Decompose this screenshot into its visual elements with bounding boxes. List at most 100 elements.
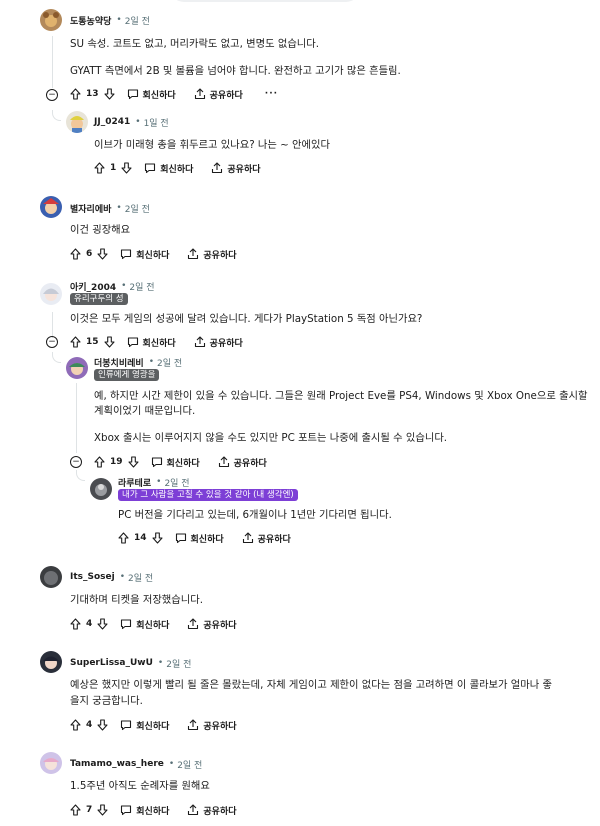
vote-count: 13 <box>86 89 99 99</box>
upvote-button[interactable] <box>94 162 105 174</box>
upvote-button[interactable] <box>70 336 81 348</box>
separator-dot: • <box>119 572 126 582</box>
upvote-button[interactable] <box>94 456 105 468</box>
share-icon <box>218 456 229 468</box>
thread-connector <box>76 470 85 481</box>
share-button[interactable]: 공유하다 <box>218 456 267 469</box>
separator-dot: • <box>157 658 164 668</box>
share-button[interactable]: 공유하다 <box>211 162 261 175</box>
comment-body-line: 이건 굉장해요 <box>70 224 131 236</box>
more-icon[interactable]: ··· <box>265 89 278 99</box>
avatar[interactable] <box>40 196 62 218</box>
timestamp: 2일 전 <box>177 760 203 771</box>
upvote-button[interactable] <box>118 532 129 544</box>
share-button[interactable]: 공유하다 <box>187 804 237 817</box>
share-icon <box>188 618 199 630</box>
comment-icon <box>175 533 186 544</box>
share-button[interactable]: 공유하다 <box>187 719 237 732</box>
downvote-button[interactable] <box>151 532 163 544</box>
timestamp: 2일 전 <box>129 282 155 293</box>
username[interactable]: 도통농약당 <box>70 14 111 27</box>
user-flair: 인류에게 영광을 <box>94 369 160 381</box>
comment-body-line: 1.5주년 아직도 순례자를 원해요 <box>70 780 210 792</box>
share-label: 공유하다 <box>203 620 237 631</box>
vote-count: 6 <box>86 249 93 259</box>
avatar[interactable] <box>40 9 62 31</box>
downvote-button[interactable] <box>103 88 115 100</box>
avatar[interactable] <box>66 357 88 379</box>
upvote-icon <box>70 618 81 630</box>
reply-button[interactable]: 회신하다 <box>120 618 169 631</box>
upvote-icon <box>70 88 81 100</box>
user-flair: 유리구두의 성 <box>70 293 128 305</box>
username[interactable]: Tamamo_was_here <box>70 759 164 769</box>
share-button[interactable]: 공유하다 <box>194 88 243 101</box>
collapse-icon[interactable]: − <box>46 89 58 101</box>
reply-label: 회신하다 <box>136 721 170 732</box>
upvote-icon <box>94 456 105 468</box>
reply-button[interactable]: 회신하다 <box>175 532 224 545</box>
downvote-button[interactable] <box>127 456 139 468</box>
avatar[interactable] <box>40 752 62 774</box>
downvote-button[interactable] <box>97 248 108 260</box>
avatar[interactable] <box>40 651 62 673</box>
comment-body-line: 예, 하지만 시간 제한이 있을 수 있습니다. 그들은 원래 Project … <box>94 390 588 402</box>
timestamp: 2일 전 <box>124 16 150 27</box>
reply-button[interactable]: 회신하다 <box>120 719 169 732</box>
reply-label: 회신하다 <box>136 620 170 631</box>
upvote-button[interactable] <box>70 719 81 731</box>
reply-button[interactable]: 회신하다 <box>120 804 169 817</box>
comment-icon <box>151 457 162 468</box>
username[interactable]: 라루테로 <box>118 476 151 489</box>
collapse-icon[interactable]: − <box>70 456 82 468</box>
upvote-button[interactable] <box>70 618 81 630</box>
reply-button[interactable]: 회신하다 <box>144 162 193 175</box>
share-icon <box>194 336 205 348</box>
share-label: 공유하다 <box>233 458 267 469</box>
username[interactable]: SuperLissa_UwU <box>70 658 153 668</box>
upvote-button[interactable] <box>70 248 81 260</box>
downvote-button[interactable] <box>97 719 108 731</box>
downvote-icon <box>97 618 108 630</box>
downvote-button[interactable] <box>97 618 108 630</box>
avatar[interactable] <box>90 478 112 500</box>
separator-dot: • <box>121 281 127 291</box>
reply-button[interactable]: 회신하다 <box>127 88 176 101</box>
share-label: 공유하다 <box>203 806 237 817</box>
collapse-icon[interactable]: − <box>46 336 58 348</box>
upvote-button[interactable] <box>70 88 81 100</box>
username[interactable]: 아키_2004 <box>70 280 116 293</box>
upvote-icon <box>70 719 81 731</box>
avatar[interactable] <box>40 283 62 305</box>
downvote-button[interactable] <box>103 336 115 348</box>
downvote-button[interactable] <box>121 162 132 174</box>
share-label: 공유하다 <box>203 721 237 732</box>
timestamp: 2일 전 <box>157 358 183 369</box>
comment-body-line: PC 버전을 기다리고 있는데, 6개월이나 1년만 기다리면 됩니다. <box>118 509 392 521</box>
username[interactable]: 별자리에바 <box>70 202 111 215</box>
upvote-button[interactable] <box>70 804 81 816</box>
reply-button[interactable]: 회신하다 <box>151 456 200 469</box>
username[interactable]: 더봉치비레비 <box>94 356 144 369</box>
reply-button[interactable]: 회신하다 <box>120 248 169 261</box>
share-button[interactable]: 공유하다 <box>242 532 291 545</box>
share-button[interactable]: 공유하다 <box>194 336 243 349</box>
upvote-icon <box>118 532 129 544</box>
share-icon <box>188 248 199 260</box>
username[interactable]: JJ_0241 <box>94 117 130 127</box>
separator-dot: • <box>135 117 141 127</box>
vote-count: 14 <box>134 533 147 543</box>
downvote-icon <box>103 336 115 348</box>
username[interactable]: Its_Sosej <box>70 572 115 582</box>
avatar[interactable] <box>40 566 62 588</box>
avatar[interactable] <box>66 111 88 133</box>
share-button[interactable]: 공유하다 <box>187 248 237 261</box>
thread-line <box>52 312 53 338</box>
comment-body-line: SU 속성. 코트도 없고, 머리카락도 없고, 변명도 없습니다. <box>70 38 320 50</box>
share-label: 공유하다 <box>257 534 291 545</box>
reply-button[interactable]: 회신하다 <box>127 336 176 349</box>
comment-body-line: 계획이었기 때문입니다. <box>94 405 196 417</box>
downvote-button[interactable] <box>97 804 108 816</box>
share-button[interactable]: 공유하다 <box>187 618 237 631</box>
timestamp: 2일 전 <box>164 478 190 489</box>
